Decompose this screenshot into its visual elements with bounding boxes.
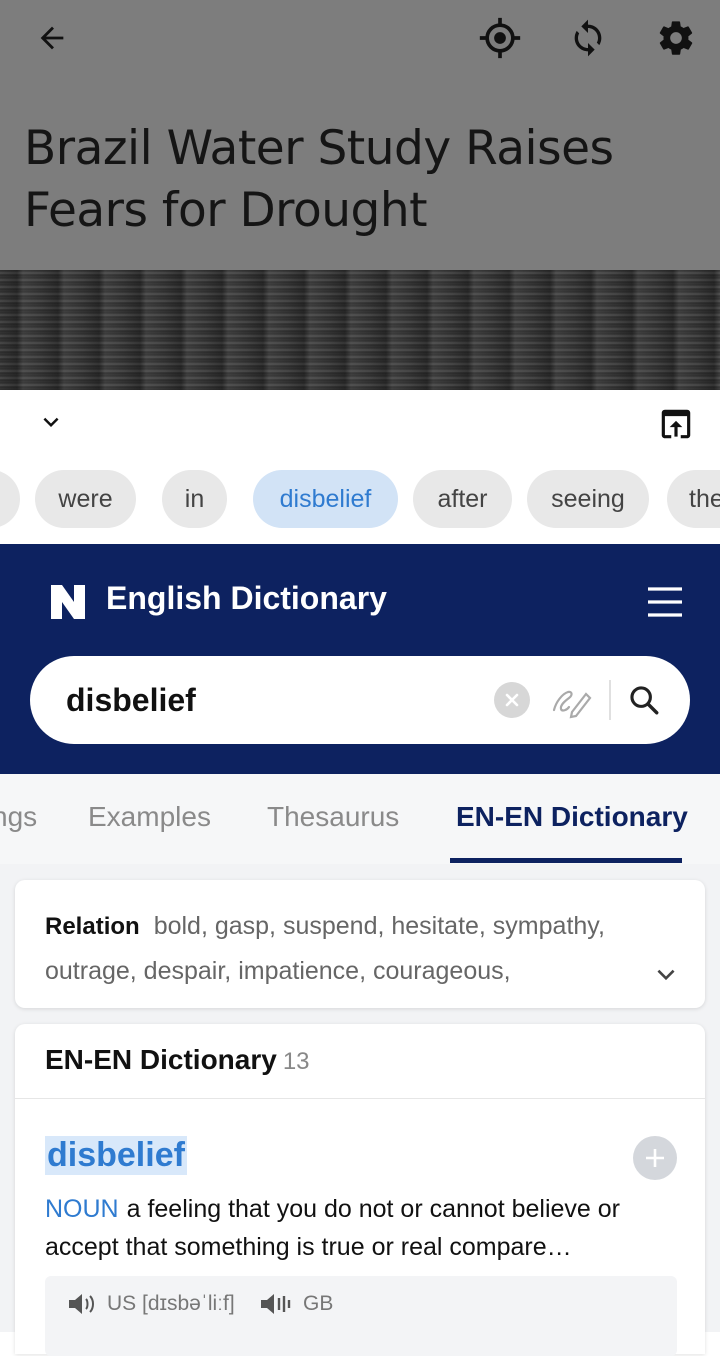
chevron-down-icon[interactable] — [26, 402, 76, 442]
handwriting-pen-icon[interactable] — [548, 676, 596, 724]
word-chips: were in disbelief after seeing the — [0, 470, 720, 530]
headword-link[interactable]: disbelief — [45, 1136, 187, 1175]
relation-words: Relation bold, gasp, suspend, hesitate, s… — [45, 904, 685, 993]
word-chip[interactable]: after — [413, 470, 512, 528]
dictionary-content: Relation bold, gasp, suspend, hesitate, s… — [0, 864, 720, 1356]
article-title: Brazil Water Study Raises Fears for Drou… — [24, 121, 614, 238]
part-of-speech: NOUN — [45, 1195, 119, 1223]
relation-label: Relation — [45, 913, 140, 940]
target-icon[interactable] — [474, 12, 526, 64]
pronunciation-gb-text: GB — [303, 1292, 334, 1315]
word-chip[interactable]: the — [667, 470, 720, 528]
back-arrow-icon[interactable] — [26, 12, 78, 64]
article-background: Brazil Water Study Raises Fears for Drou… — [0, 0, 720, 390]
add-to-wordbook-icon[interactable] — [633, 1136, 677, 1180]
tab-thesaurus[interactable]: Thesaurus — [267, 774, 399, 860]
relation-card: Relation bold, gasp, suspend, hesitate, s… — [15, 880, 705, 1008]
speaker-icon — [261, 1294, 291, 1314]
search-icon[interactable] — [620, 676, 668, 724]
sync-icon[interactable] — [562, 12, 614, 64]
word-chip[interactable]: were — [35, 470, 136, 528]
tab-meanings[interactable]: ngs — [0, 774, 37, 860]
clear-icon[interactable] — [494, 682, 530, 718]
tab-en-en-dictionary[interactable]: EN-EN Dictionary — [456, 774, 688, 860]
result-count: 13 — [282, 1048, 310, 1075]
dictionary-header: English Dictionary — [0, 544, 720, 774]
dictionary-title: English Dictionary — [106, 580, 387, 616]
word-chip[interactable]: in — [162, 470, 227, 528]
pronunciation-us[interactable]: US [dɪsbəˈliːf] — [67, 1292, 235, 1316]
divider — [15, 1098, 705, 1099]
naver-logo-icon — [48, 582, 88, 622]
dictionary-tabs: ngs Examples Thesaurus EN-EN Dictionary — [0, 774, 720, 864]
settings-gear-icon[interactable] — [650, 12, 702, 64]
section-title-text: EN-EN Dictionary — [45, 1044, 277, 1075]
pronunciation-box: US [dɪsbəˈliːf] GB — [45, 1276, 677, 1356]
word-chip[interactable]: seeing — [527, 470, 649, 528]
chevron-down-icon[interactable] — [651, 960, 681, 990]
search-bar — [30, 656, 690, 744]
active-tab-indicator — [450, 858, 682, 863]
pronunciation-gb[interactable]: GB — [259, 1292, 333, 1316]
section-title: EN-EN Dictionary 13 — [45, 1044, 310, 1076]
search-input[interactable] — [66, 656, 486, 744]
definition-body: a feeling that you do not or cannot beli… — [45, 1195, 621, 1261]
word-chip[interactable] — [0, 470, 20, 528]
en-en-dictionary-card: EN-EN Dictionary 13 disbelief NOUN a feeli… — [15, 1024, 705, 1356]
pronunciation-us-text: US [dɪsbəˈliːf] — [107, 1292, 235, 1315]
definition-text: NOUN a feeling that you do not or cannot … — [45, 1190, 685, 1266]
tab-examples[interactable]: Examples — [88, 774, 211, 860]
hamburger-menu-icon[interactable] — [640, 580, 690, 624]
speaker-icon — [69, 1294, 94, 1314]
dictionary-sheet: were in disbelief after seeing the Engli… — [0, 390, 720, 1356]
article-photo — [0, 270, 720, 390]
open-in-app-icon[interactable] — [650, 402, 702, 446]
word-chip-selected[interactable]: disbelief — [253, 470, 398, 528]
search-divider — [609, 680, 611, 720]
